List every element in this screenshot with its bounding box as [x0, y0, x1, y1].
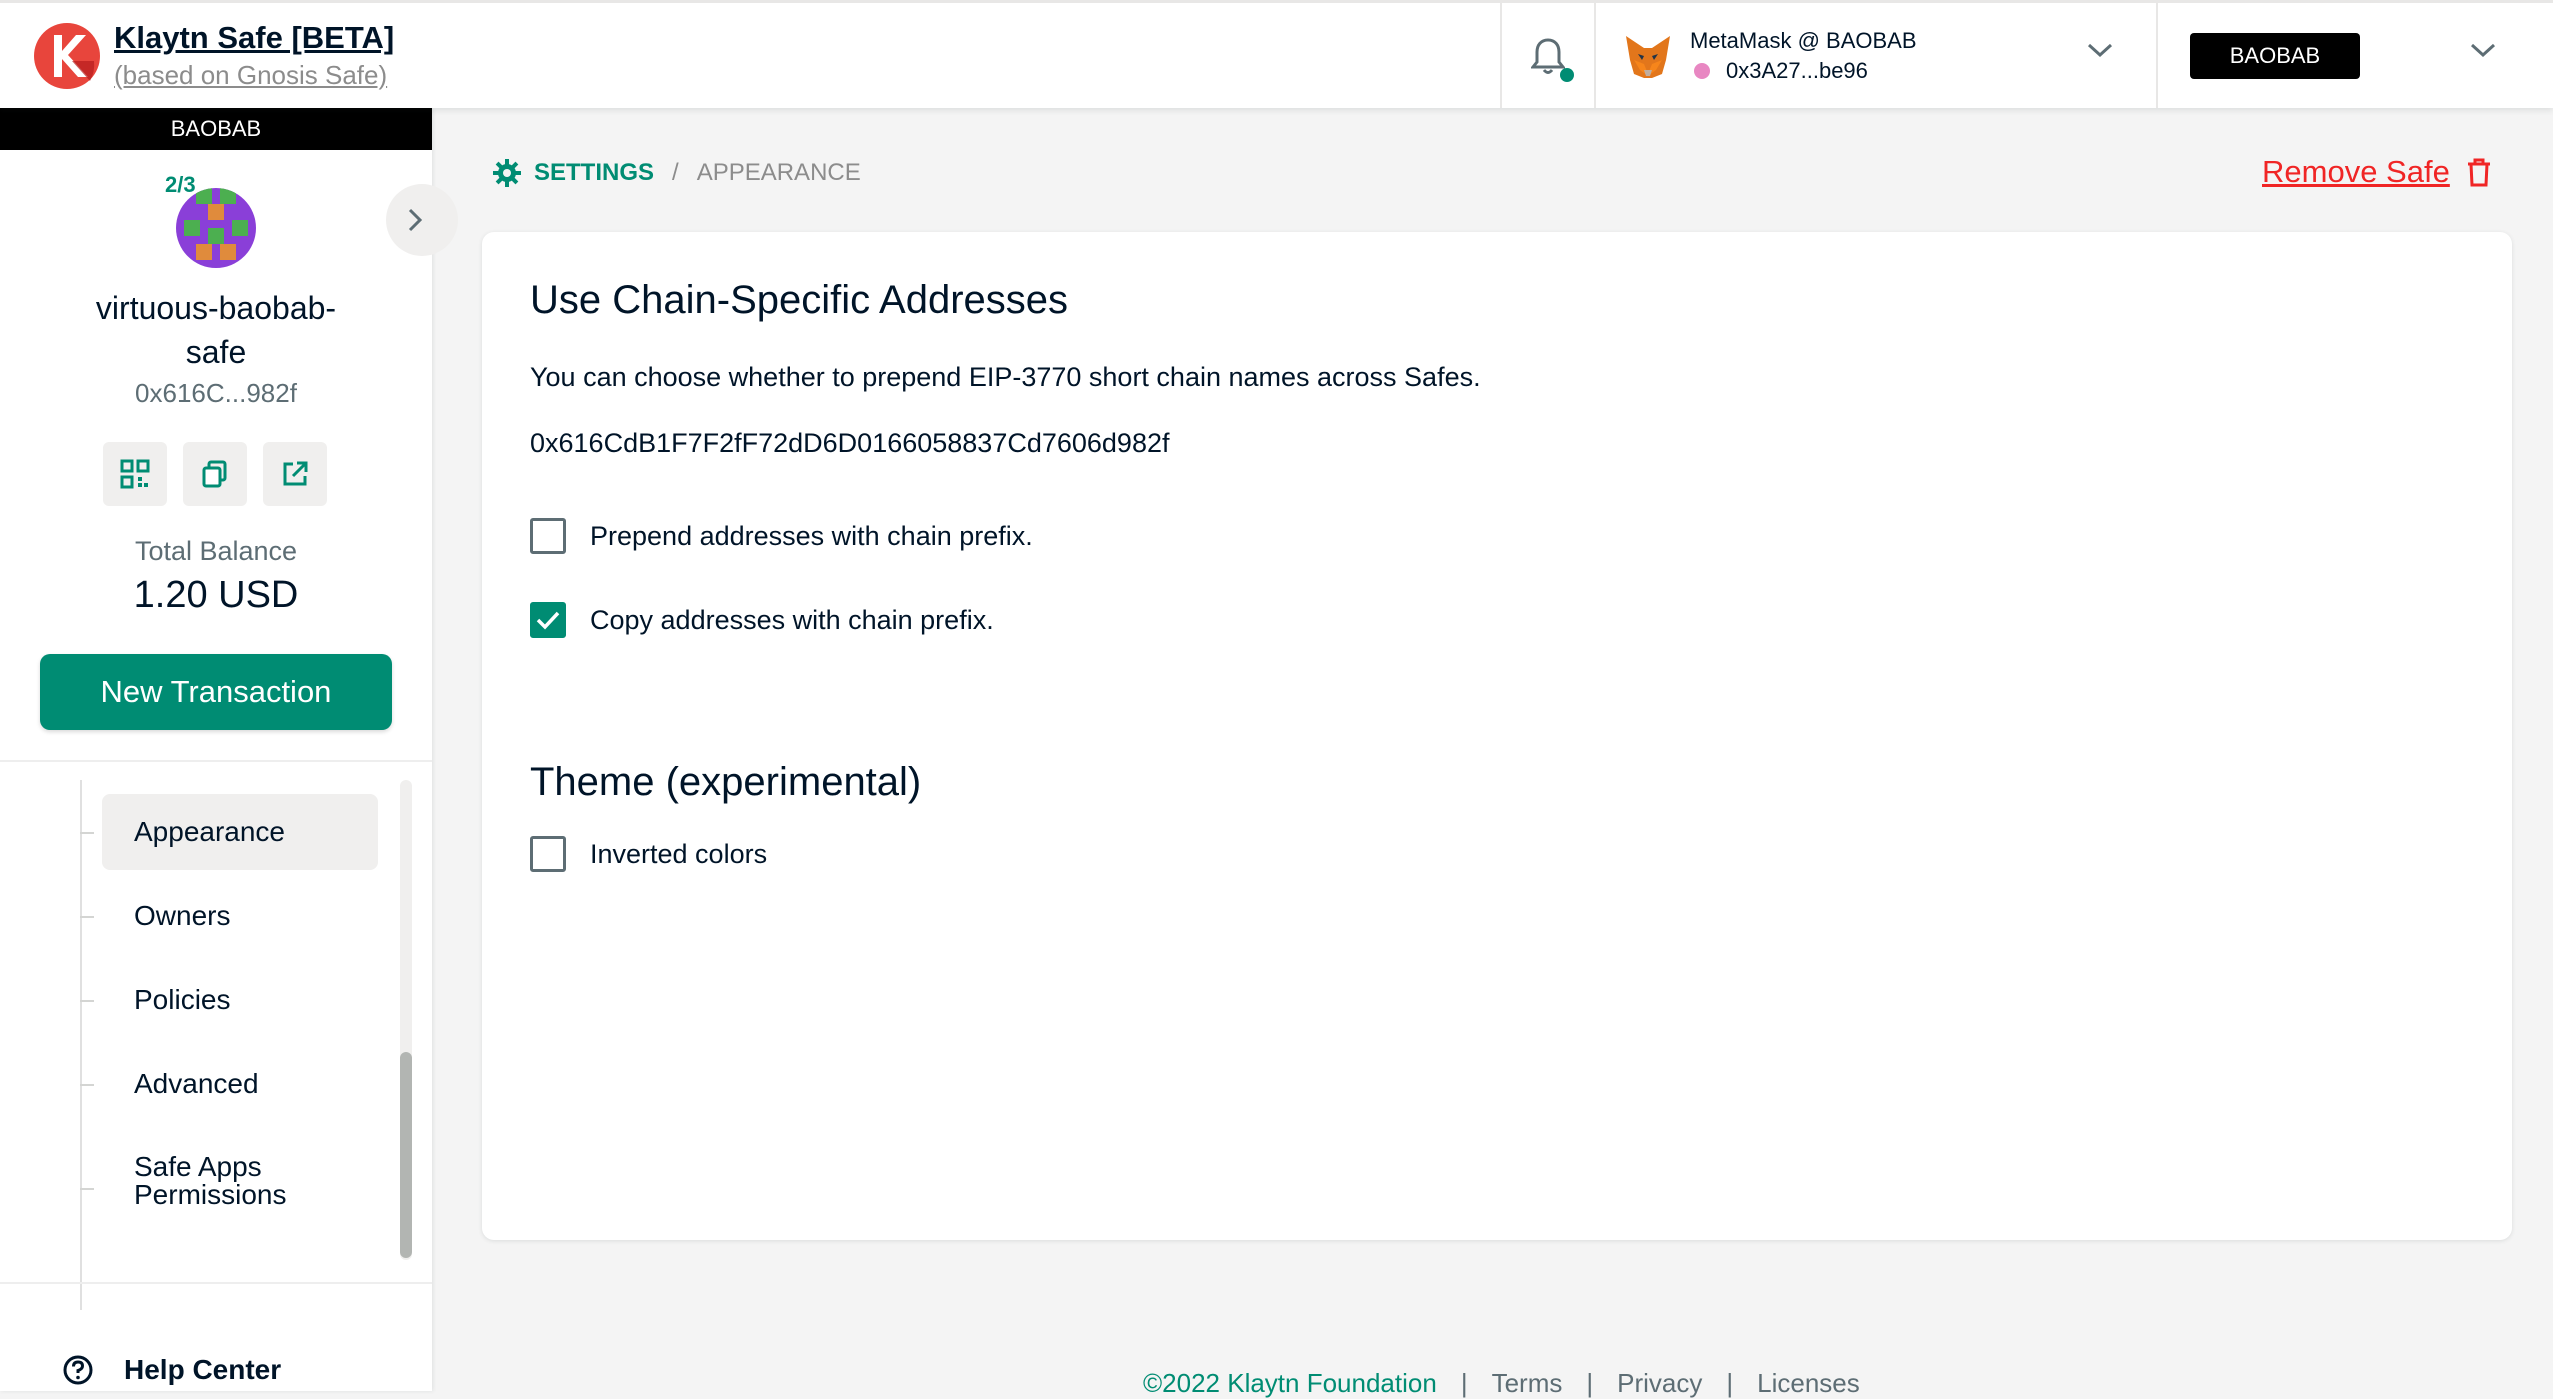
wallet-address: 0x3A27...be96 [1690, 56, 1917, 86]
chevron-right-icon [408, 208, 423, 232]
breadcrumb-separator: / [672, 159, 679, 186]
safe-actions [103, 442, 327, 506]
sidebar-item-advanced[interactable]: Advanced [102, 1046, 378, 1122]
collapse-sidebar-button[interactable] [386, 184, 458, 256]
threshold-badge: 2/3 [165, 172, 196, 197]
qr-code-button[interactable] [103, 442, 167, 506]
top-header: Klaytn Safe [BETA] (based on Gnosis Safe… [0, 0, 2553, 108]
new-transaction-button[interactable]: New Transaction [40, 654, 392, 730]
breadcrumb-settings-link[interactable]: SETTINGS [534, 159, 654, 187]
sidebar-item-label: Advanced [134, 1068, 259, 1099]
chain-addresses-description: You can choose whether to prepend EIP-37… [530, 362, 1481, 392]
sidebar-divider [0, 760, 432, 762]
notification-dot [1560, 68, 1574, 82]
sidebar-item-label: Owners [134, 900, 231, 931]
copy-icon [202, 460, 227, 488]
help-center-label: Help Center [124, 1354, 282, 1385]
help-icon [63, 1355, 93, 1385]
inverted-colors-label: Inverted colors [590, 838, 768, 869]
nav-tree-line [80, 780, 82, 1310]
remove-safe-label: Remove Safe [2262, 154, 2450, 189]
bell-icon [1531, 37, 1565, 74]
safe-address: 0x616C...982f [135, 378, 297, 408]
sidebar-item-safe-apps-permissions[interactable]: Safe Apps Permissions [102, 1136, 332, 1226]
sidebar-item-label: Policies [134, 984, 231, 1015]
inverted-colors-option[interactable]: Inverted colors [530, 836, 767, 872]
sidebar-scrollbar-thumb[interactable] [400, 1052, 412, 1258]
nav-tree-tick [80, 916, 94, 918]
nav-tree-tick [80, 1000, 94, 1002]
copy-prefix-option[interactable]: Copy addresses with chain prefix. [530, 602, 994, 638]
prepend-prefix-label: Prepend addresses with chain prefix. [590, 520, 1033, 551]
chain-addresses-title: Use Chain-Specific Addresses [530, 278, 1069, 322]
app-title-link[interactable]: Klaytn Safe [BETA] [114, 19, 394, 57]
sidebar-item-appearance[interactable]: Appearance [102, 794, 378, 870]
footer-separator: | [1586, 1368, 1594, 1398]
wallet-provider-label: MetaMask @ BAOBAB [1690, 27, 1917, 53]
klaytn-logo-icon [34, 22, 100, 89]
sidebar: BAOBAB 2/3 virtuous-baobab-safe 0x616C..… [0, 108, 458, 1391]
open-explorer-button[interactable] [263, 442, 327, 506]
metamask-fox-icon [1626, 35, 1670, 78]
trash-icon [2467, 158, 2490, 187]
sidebar-item-label: Appearance [134, 816, 286, 847]
external-link-icon [283, 461, 308, 486]
footer-privacy-link[interactable]: Privacy [1617, 1368, 1702, 1399]
safe-name: virtuous-baobab-safe [95, 290, 337, 370]
qr-code-icon [120, 459, 150, 489]
footer-separator: | [1460, 1368, 1468, 1398]
breadcrumb: SETTINGS / APPEARANCE [492, 158, 861, 188]
nav-tree-tick [80, 832, 94, 834]
sidebar-divider [0, 1282, 432, 1284]
footer-licenses-link[interactable]: Licenses [1757, 1368, 1860, 1399]
nav-tree-tick [80, 1084, 94, 1086]
chevron-down-icon [2087, 43, 2113, 58]
notifications-button[interactable] [1502, 3, 1594, 108]
wallet-dropdown[interactable]: MetaMask @ BAOBAB 0x3A27...be96 [1596, 3, 2156, 108]
footer-terms-link[interactable]: Terms [1492, 1368, 1563, 1399]
total-balance-label: Total Balance [134, 536, 298, 566]
sidebar-network-label: BAOBAB [0, 108, 432, 150]
safe-full-address: 0x616CdB1F7F2fF72dD6D0166058837Cd7606d98… [530, 428, 1170, 458]
breadcrumb-current: APPEARANCE [696, 159, 861, 186]
remove-safe-button[interactable]: Remove Safe [2262, 154, 2496, 190]
network-label: BAOBAB [2190, 32, 2360, 79]
gnosis-safe-link[interactable]: (based on Gnosis Safe) [114, 57, 394, 93]
total-balance-value: 1.20 USD [133, 574, 299, 616]
inverted-colors-checkbox[interactable] [530, 836, 566, 872]
checkmark-icon [536, 611, 560, 630]
nav-tree-tick [80, 1188, 94, 1190]
copy-address-button[interactable] [183, 442, 247, 506]
brand: Klaytn Safe [BETA] (based on Gnosis Safe… [0, 3, 1500, 108]
sidebar-item-policies[interactable]: Policies [102, 962, 378, 1038]
footer-copyright-link[interactable]: ©2022 Klaytn Foundation [1143, 1368, 1437, 1399]
wallet-address-text: 0x3A27...be96 [1726, 57, 1868, 83]
help-center-link[interactable]: Help Center [62, 1354, 281, 1386]
footer: ©2022 Klaytn Foundation | Terms | Privac… [1143, 1368, 1860, 1399]
theme-title: Theme (experimental) [530, 760, 922, 804]
copy-prefix-label: Copy addresses with chain prefix. [590, 604, 994, 635]
gear-icon [493, 159, 521, 187]
sidebar-item-label: Safe Apps Permissions [134, 1151, 287, 1210]
footer-separator: | [1726, 1368, 1734, 1398]
wallet-identicon [1694, 62, 1710, 79]
network-selector[interactable]: BAOBAB [2158, 3, 2553, 108]
prepend-prefix-checkbox[interactable] [530, 518, 566, 554]
copy-prefix-checkbox[interactable] [530, 602, 566, 638]
appearance-card: Use Chain-Specific Addresses You can cho… [482, 232, 2512, 1240]
chevron-down-icon [2470, 43, 2496, 58]
prepend-prefix-option[interactable]: Prepend addresses with chain prefix. [530, 518, 1033, 554]
sidebar-item-owners[interactable]: Owners [102, 878, 378, 954]
